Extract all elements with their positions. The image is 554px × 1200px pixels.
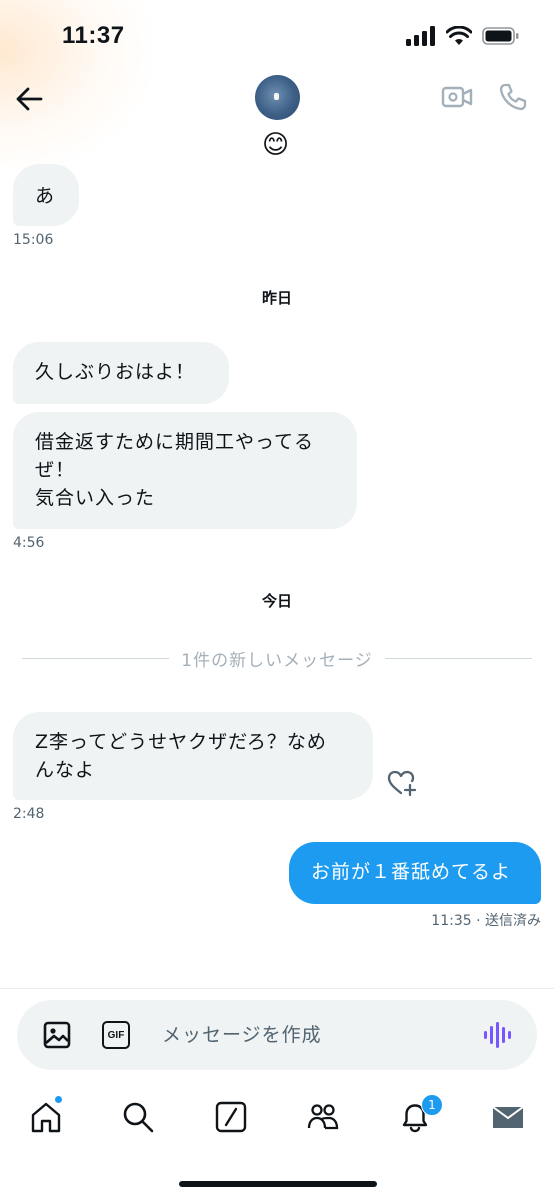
message-bubble-sent[interactable]: お前が１番舐めてるよ: [289, 842, 541, 904]
message-time: 4:56: [13, 535, 45, 551]
avatar-bird: [274, 93, 279, 100]
message-line: 気合い入った: [35, 487, 156, 509]
voice-message-button[interactable]: [483, 1020, 511, 1054]
tab-search[interactable]: [121, 1100, 155, 1134]
voice-wave-icon: [484, 1022, 511, 1048]
message-text: あ: [35, 185, 56, 207]
message-bubble-received[interactable]: 久しぶりおはよ！: [13, 342, 229, 404]
envelope-icon: [492, 1106, 524, 1128]
message-input[interactable]: メッセージを作成: [162, 1000, 462, 1070]
message-text: 久しぶりおはよ！: [35, 361, 196, 383]
new-messages-label: 1件の新しいメッセージ: [181, 650, 373, 671]
message-line: ぜ！: [35, 459, 76, 481]
video-call-button[interactable]: [441, 84, 473, 114]
search-icon: [123, 1102, 154, 1133]
avatar[interactable]: [255, 75, 300, 120]
message-time: 15:06: [13, 232, 54, 248]
audio-call-button[interactable]: [498, 82, 528, 116]
message-line: Z李ってどうせヤクザだろ？なめ: [35, 731, 327, 753]
battery-icon: [482, 27, 519, 45]
notification-count-badge: 1: [421, 1094, 443, 1116]
new-messages-divider: 1件の新しいメッセージ: [22, 646, 533, 671]
divider-line: [384, 657, 533, 659]
divider-line: [22, 657, 170, 659]
tab-communities[interactable]: [306, 1100, 340, 1134]
image-icon: [43, 1021, 71, 1049]
grok-icon: [215, 1101, 247, 1133]
gif-button[interactable]: GIF: [102, 1021, 130, 1049]
message-time: 2:48: [13, 806, 45, 822]
system-icons: [406, 26, 520, 46]
add-reaction-button[interactable]: [386, 768, 418, 802]
phone-icon: [499, 83, 527, 111]
message-composer: GIF メッセージを作成: [17, 1000, 537, 1070]
message-bubble-received[interactable]: あ: [13, 164, 79, 226]
back-button[interactable]: [14, 84, 44, 114]
message-line: 借金返すために期間工やってる: [35, 431, 315, 453]
day-separator: 今日: [261, 592, 292, 610]
status-time: 11:37: [62, 22, 125, 49]
people-icon: [307, 1104, 339, 1130]
message-bubble-received[interactable]: 借金返すために期間工やってる ぜ！ 気合い入った: [13, 412, 357, 529]
message-text: お前が１番舐めてるよ: [311, 861, 512, 883]
heart-plus-icon: [387, 770, 417, 797]
wifi-icon: [446, 26, 472, 45]
home-notification-dot: [54, 1095, 63, 1104]
message-bubble-received[interactable]: Z李ってどうせヤクザだろ？なめ んなよ: [13, 712, 373, 800]
signal-icon: [406, 26, 435, 46]
bottom-tab-bar: 1: [0, 1090, 554, 1150]
home-indicator: [179, 1181, 377, 1187]
tab-home[interactable]: [29, 1100, 63, 1134]
tab-grok[interactable]: [214, 1100, 248, 1134]
tab-messages[interactable]: [491, 1100, 525, 1134]
status-bar: 11:37: [0, 0, 554, 170]
home-icon: [31, 1102, 61, 1133]
image-button[interactable]: [43, 1021, 71, 1053]
conversation-header: 😊: [0, 70, 554, 170]
display-name-emoji[interactable]: 😊: [262, 130, 289, 160]
arrow-left-icon: [16, 87, 43, 111]
video-camera-icon: [441, 86, 473, 108]
message-sent-status: 11:35 · 送信済み: [431, 913, 541, 929]
message-line: んなよ: [35, 759, 96, 781]
gif-label: GIF: [107, 1029, 125, 1041]
composer-divider: [0, 988, 554, 989]
day-separator: 昨日: [261, 289, 292, 307]
